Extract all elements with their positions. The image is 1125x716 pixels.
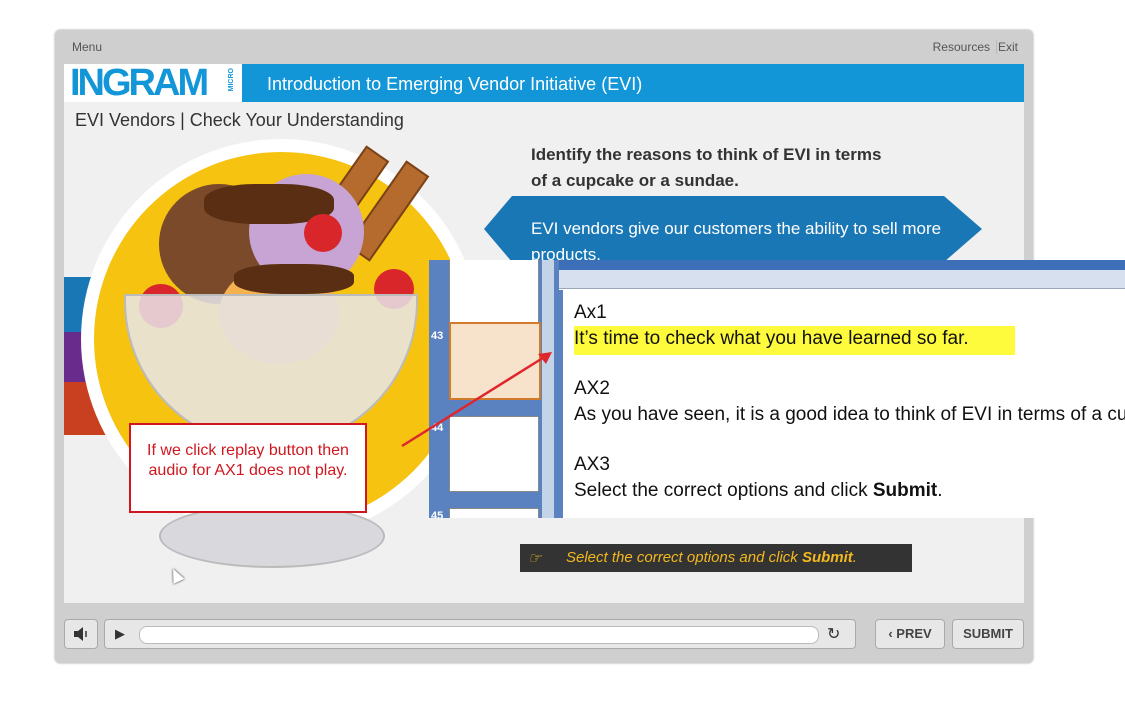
course-title: Introduction to Emerging Vendor Initiati…	[267, 74, 643, 94]
note-label-ax3: AX3	[574, 454, 610, 475]
annotation-callout: If we click replay button then audio for…	[129, 423, 367, 513]
submit-button[interactable]: SUBMIT	[952, 619, 1024, 649]
instruction-text: Select the correct options and click Sub…	[566, 549, 857, 566]
annotation-arrow	[401, 352, 552, 448]
note-label-ax2: AX2	[574, 378, 610, 399]
exit-link[interactable]: Exit	[998, 40, 1018, 54]
chocolate-drip-2	[234, 264, 354, 294]
progress-bar[interactable]	[139, 626, 819, 644]
note-text-ax2: As you have seen, it is a good idea to t…	[574, 404, 1125, 425]
slide-subtitle: EVI Vendors | Check Your Understanding	[75, 110, 404, 130]
volume-button[interactable]	[64, 619, 98, 649]
pointer-hand-icon: ☞	[528, 550, 542, 567]
slide-number: 45	[431, 510, 444, 518]
note-text-ax3: Select the correct options and click Sub…	[574, 480, 943, 501]
speaker-icon	[74, 627, 87, 641]
notes-horizontal-scrollbar[interactable]	[559, 270, 1125, 289]
logo-sub-text: MICRO	[228, 68, 235, 92]
instruction-bar: ☞ Select the correct options and click S…	[520, 544, 912, 572]
slide-thumbnail[interactable]	[449, 508, 539, 518]
note-label-ax1: Ax1	[574, 302, 607, 323]
seekbar-container: ▶ ↻	[104, 619, 856, 649]
bowl-base	[159, 504, 385, 568]
ingram-logo: INGRAM MICRO	[64, 64, 242, 104]
question-text: Identify the reasons to think of EVI in …	[531, 145, 882, 190]
slide-number: 43	[431, 330, 444, 342]
play-icon[interactable]: ▶	[115, 626, 125, 642]
topbar-divider	[996, 40, 997, 54]
slide-thumbnail[interactable]	[449, 260, 539, 328]
prev-button[interactable]: ‹ PREV	[875, 619, 945, 649]
strawberry-top	[304, 214, 342, 252]
logo-text: INGRAM	[70, 64, 209, 104]
note-text-ax1: It’s time to check what you have learned…	[574, 326, 1015, 355]
replay-icon[interactable]: ↻	[827, 624, 840, 644]
player-topbar: Menu Resources Exit	[55, 30, 1033, 64]
speaker-notes[interactable]: Ax1 It’s time to check what you have lea…	[559, 290, 1125, 518]
notes-window-titlebar	[559, 260, 1125, 270]
playback-controls: ▶ ↻ ‹ PREV SUBMIT	[64, 615, 1024, 651]
course-header: INGRAM MICRO Introduction to Emerging Ve…	[64, 64, 1024, 104]
menu-link[interactable]: Menu	[72, 40, 102, 54]
resources-link[interactable]: Resources	[933, 40, 990, 54]
answer-option-1[interactable]: EVI vendors give our customers the abili…	[484, 196, 982, 262]
